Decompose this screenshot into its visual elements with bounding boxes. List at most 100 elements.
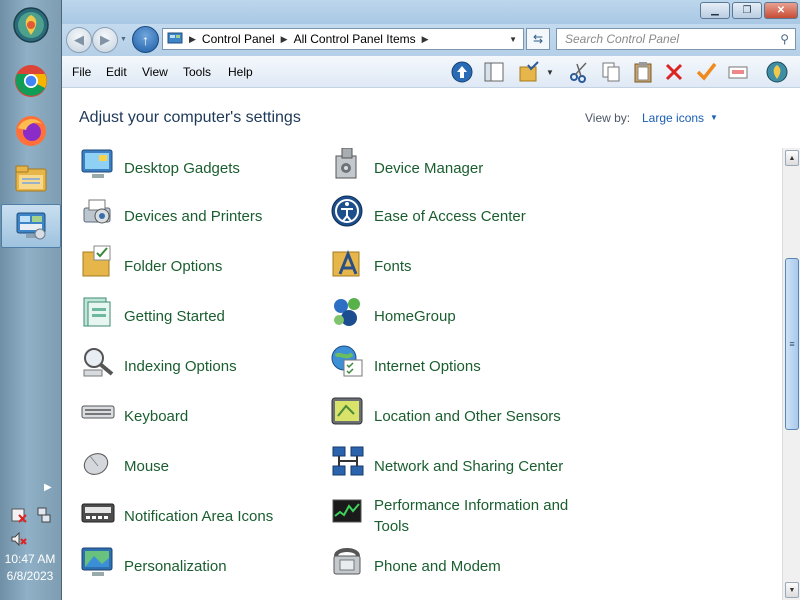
network-sharing-icon <box>332 446 364 476</box>
cp-item-keyboard[interactable]: Keyboard <box>80 394 320 438</box>
cp-item-devices-printers[interactable]: Devices and Printers <box>80 194 320 238</box>
breadcrumb-control-panel[interactable]: Control Panel <box>202 32 275 46</box>
menu-tools[interactable]: Tools <box>183 65 211 79</box>
forward-button[interactable]: ▶ <box>92 27 118 53</box>
vertical-scrollbar[interactable]: ▲ ≡ ▼ <box>782 148 800 600</box>
view-by-value: Large icons <box>642 111 705 125</box>
chrome-taskbar-button[interactable] <box>6 60 56 102</box>
restore-button[interactable]: ❐ <box>732 2 762 19</box>
control-panel-taskbar-button[interactable] <box>1 204 61 248</box>
ease-of-access-icon <box>331 195 363 227</box>
cp-item-notification-area-icons[interactable]: Notification Area Icons <box>80 494 320 538</box>
firefox-taskbar-button[interactable] <box>6 110 56 152</box>
up-button[interactable]: ↑ <box>132 26 159 53</box>
menu-edit[interactable]: Edit <box>106 65 127 79</box>
recent-pages-dropdown[interactable]: ▼ <box>120 36 127 43</box>
show-hidden-icons-button[interactable]: ▶ <box>44 482 52 493</box>
cp-item-label: Notification Area Icons <box>124 507 274 525</box>
start-button[interactable] <box>6 4 56 46</box>
cp-item-ease-of-access[interactable]: Ease of Access Center <box>330 194 570 238</box>
address-dropdown-icon[interactable]: ▼ <box>509 35 517 44</box>
menu-help[interactable]: Help <box>228 65 253 79</box>
clock-date[interactable]: 6/8/2023 <box>0 569 60 583</box>
cp-item-phone-modem[interactable]: Phone and Modem <box>330 544 570 588</box>
toolbar-folder-view-button[interactable] <box>518 61 540 83</box>
cp-item-location-sensors[interactable]: Location and Other Sensors <box>330 394 570 438</box>
performance-icon <box>332 499 362 523</box>
breadcrumb-chevron-icon[interactable]: ▶ <box>281 34 288 45</box>
scroll-thumb[interactable]: ≡ <box>785 258 799 430</box>
cp-item-label: Indexing Options <box>124 357 237 375</box>
cp-item-desktop-gadgets[interactable]: Desktop Gadgets <box>80 148 320 190</box>
page-title: Adjust your computer's settings <box>79 109 301 126</box>
cp-item-personalization[interactable]: Personalization <box>80 544 320 588</box>
folder-check-icon <box>519 61 539 82</box>
cp-item-label: Getting Started <box>124 307 225 325</box>
windows-orb-icon <box>13 7 49 43</box>
menu-view[interactable]: View <box>142 65 168 79</box>
breadcrumb-all-items[interactable]: All Control Panel Items <box>294 32 416 46</box>
toolbar-paste-button[interactable] <box>632 61 654 83</box>
cp-item-label: Ease of Access Center <box>374 207 526 225</box>
address-bar: ◀ ▶ ▼ ↑ ▶ Control Panel ▶ All Control Pa… <box>62 24 800 56</box>
cp-item-label: Folder Options <box>124 257 223 275</box>
breadcrumb-chevron-icon[interactable]: ▶ <box>189 34 196 45</box>
search-input[interactable]: Search Control Panel ⚲ <box>556 28 796 50</box>
toolbar-panes-button[interactable] <box>483 61 505 83</box>
close-button[interactable]: ✕ <box>764 2 798 19</box>
clock-time[interactable]: 10:47 AM <box>0 552 60 566</box>
fonts-icon <box>332 249 360 277</box>
cp-item-indexing-options[interactable]: Indexing Options <box>80 344 320 388</box>
volume-muted-icon[interactable] <box>10 530 28 548</box>
menu-file[interactable]: File <box>72 65 91 79</box>
view-dropdown-icon[interactable]: ▼ <box>544 61 556 83</box>
network-icon[interactable] <box>35 506 53 524</box>
action-center-icon[interactable] <box>10 506 28 524</box>
arrow-up-icon: ↑ <box>142 31 149 48</box>
cp-item-device-manager[interactable]: Device Manager <box>330 148 570 190</box>
cp-item-mouse[interactable]: Mouse <box>80 444 320 488</box>
scroll-down-button[interactable]: ▼ <box>785 582 799 598</box>
toolbar-cut-button[interactable] <box>568 61 590 83</box>
windows-logo-icon <box>766 61 788 83</box>
explorer-taskbar-button[interactable] <box>6 158 56 200</box>
view-by-dropdown[interactable]: Large icons ▼ <box>642 111 718 125</box>
search-placeholder: Search Control Panel <box>565 32 680 46</box>
title-bar[interactable]: ▁ ❐ ✕ <box>62 0 800 24</box>
getting-started-icon <box>83 297 111 327</box>
toolbar-rename-button[interactable] <box>727 61 749 83</box>
toolbar-copy-button[interactable] <box>600 61 622 83</box>
refresh-button[interactable]: ⇆ <box>526 28 550 50</box>
cp-item-getting-started[interactable]: Getting Started <box>80 294 320 338</box>
close-icon: ✕ <box>776 5 786 16</box>
items-grid: Desktop Gadgets Devices and Printers Fol… <box>62 148 782 600</box>
cp-item-performance[interactable]: Performance Information and Tools <box>330 494 570 538</box>
search-icon[interactable]: ⚲ <box>780 32 789 46</box>
header-bar: Adjust your computer's settings View by:… <box>62 88 800 148</box>
cp-item-label: Network and Sharing Center <box>374 457 564 475</box>
cp-item-fonts[interactable]: Fonts <box>330 244 570 288</box>
arrow-up-icon <box>451 61 473 83</box>
cp-item-network-sharing[interactable]: Network and Sharing Center <box>330 444 570 488</box>
arrow-left-icon: ◀ <box>74 32 84 47</box>
cp-item-homegroup[interactable]: HomeGroup <box>330 294 570 338</box>
refresh-icon: ⇆ <box>532 32 544 46</box>
panes-icon <box>484 62 504 82</box>
cp-item-internet-options[interactable]: Internet Options <box>330 344 570 388</box>
scroll-up-button[interactable]: ▲ <box>785 150 799 166</box>
toolbar-windows-logo <box>766 61 788 83</box>
toolbar-up-button[interactable] <box>451 61 473 83</box>
scissors-icon <box>570 62 587 83</box>
control-panel-window: ▁ ❐ ✕ ◀ ▶ ▼ ↑ ▶ Control Panel ▶ All Cont… <box>62 0 800 600</box>
minimize-button[interactable]: ▁ <box>700 2 730 19</box>
breadcrumb-chevron-icon[interactable]: ▶ <box>422 34 429 45</box>
back-button[interactable]: ◀ <box>66 27 92 53</box>
toolbar-properties-button[interactable] <box>695 61 717 83</box>
toolbar-delete-button[interactable] <box>663 61 685 83</box>
printer-icon <box>83 199 111 224</box>
cp-item-folder-options[interactable]: Folder Options <box>80 244 320 288</box>
control-panel-small-icon <box>167 32 183 44</box>
taskbar: ▶ 10:47 AM 6/8/2023 <box>0 0 62 600</box>
mouse-icon <box>83 453 109 475</box>
address-field[interactable]: ▶ Control Panel ▶ All Control Panel Item… <box>162 28 524 50</box>
